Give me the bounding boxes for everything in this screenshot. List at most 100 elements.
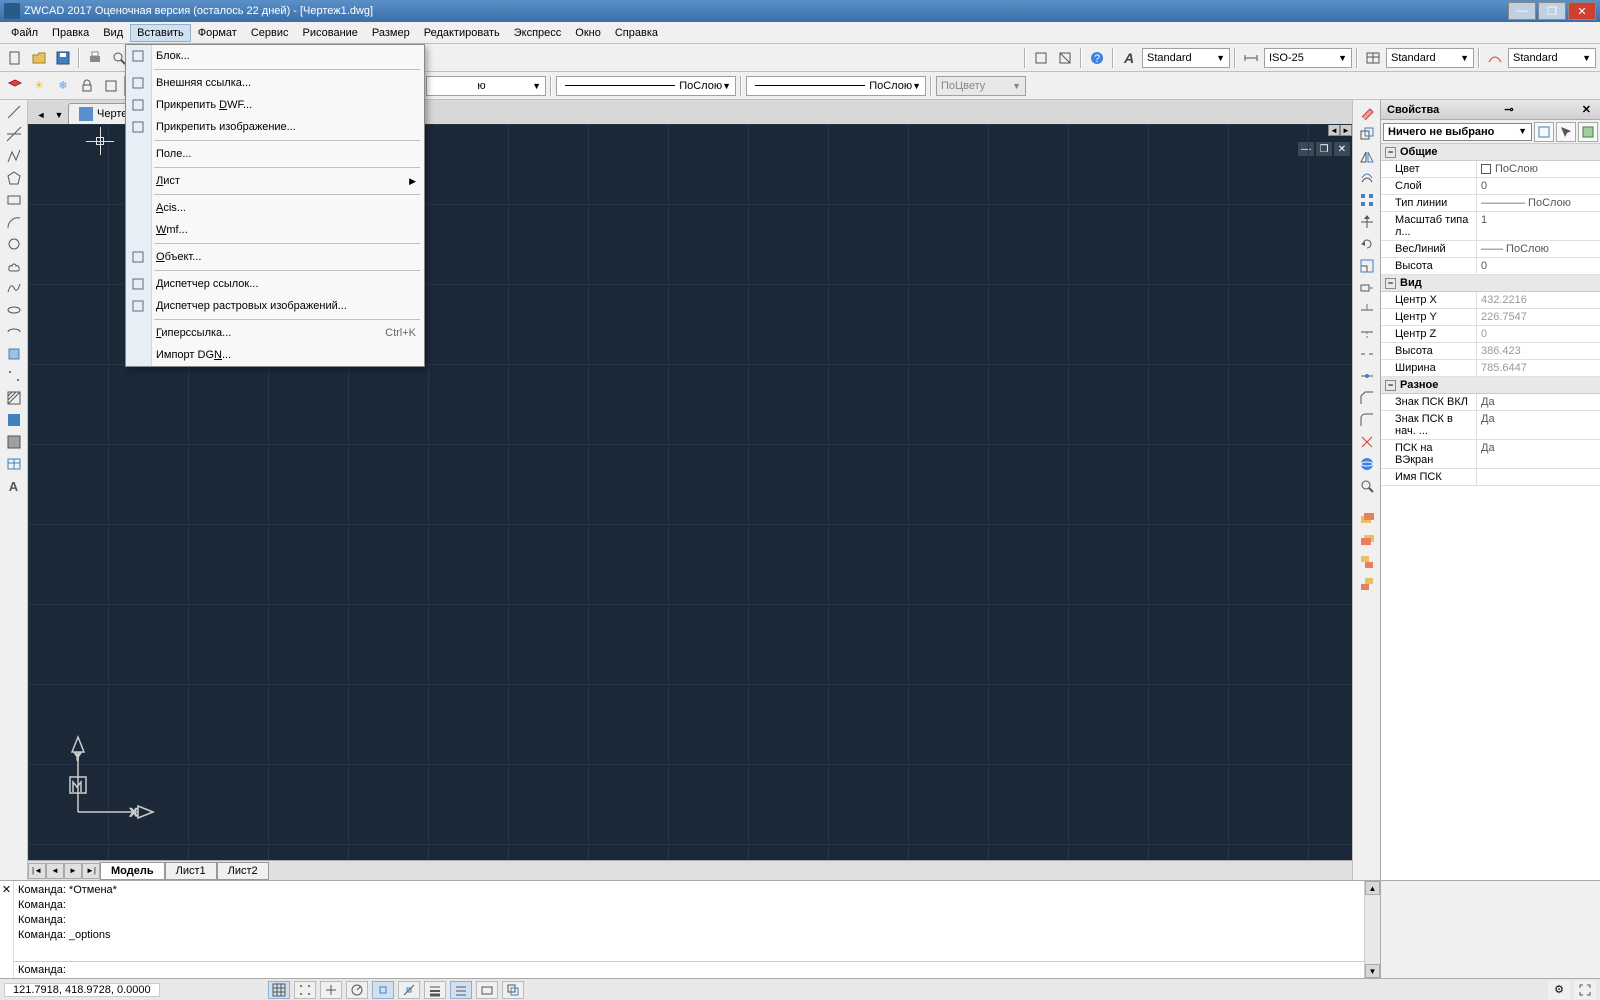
cmd-scroll-up-icon[interactable]: ▲ — [1365, 881, 1380, 895]
otrack-toggle-icon[interactable] — [398, 981, 420, 999]
layer-on-icon[interactable]: ☀ — [28, 75, 50, 97]
prop-row[interactable]: Масштаб типа л...1 — [1381, 212, 1600, 241]
line-icon[interactable] — [3, 102, 25, 122]
table-style-icon[interactable] — [1362, 47, 1384, 69]
sheet-tab[interactable]: Лист2 — [217, 862, 269, 880]
collapse-icon[interactable]: − — [1385, 147, 1396, 158]
close-button[interactable]: ✕ — [1568, 2, 1596, 20]
model-toggle-icon[interactable] — [476, 981, 498, 999]
open-icon[interactable] — [28, 47, 50, 69]
prop-row[interactable]: Высота0 — [1381, 258, 1600, 275]
save-icon[interactable] — [52, 47, 74, 69]
menu-правка[interactable]: Правка — [45, 24, 96, 42]
print-icon[interactable] — [84, 47, 106, 69]
prop-row[interactable]: Центр X432.2216 — [1381, 292, 1600, 309]
trim-icon[interactable] — [1356, 300, 1378, 320]
copy-icon[interactable] — [1356, 124, 1378, 144]
dim-style-icon[interactable] — [1240, 47, 1262, 69]
point-icon[interactable] — [3, 366, 25, 386]
prop-row[interactable]: ПСК на ВЭкранДа — [1381, 440, 1600, 469]
prop-row[interactable]: Ширина785.6447 — [1381, 360, 1600, 377]
menu-редактировать[interactable]: Редактировать — [417, 24, 507, 42]
props-close-icon[interactable]: ✕ — [1579, 103, 1594, 116]
ml-style-icon[interactable] — [1484, 47, 1506, 69]
ml-style-combo[interactable]: Standard▼ — [1508, 48, 1596, 68]
menu-вид[interactable]: Вид — [96, 24, 130, 42]
lineweight-combo[interactable]: ПоСлою▼ — [746, 76, 926, 96]
sheet-tab[interactable]: Модель — [100, 862, 165, 880]
command-input[interactable] — [66, 964, 1360, 976]
menu-экспресс[interactable]: Экспресс — [507, 24, 569, 42]
doc-tab-menu[interactable]: ▼ — [50, 106, 68, 124]
menu-item[interactable]: Импорт DGN... — [126, 344, 424, 366]
tool-icon[interactable] — [1030, 47, 1052, 69]
menu-item[interactable]: Прикрепить DWF... — [126, 94, 424, 116]
menu-item[interactable]: Блок... — [126, 45, 424, 67]
menu-файл[interactable]: Файл — [4, 24, 45, 42]
table-style-combo[interactable]: Standard▼ — [1386, 48, 1474, 68]
spline-icon[interactable] — [3, 278, 25, 298]
linetype-combo[interactable]: ПоСлою▼ — [556, 76, 736, 96]
layer-lock-icon[interactable] — [76, 75, 98, 97]
layer-color-icon[interactable] — [100, 75, 122, 97]
cycle-toggle-icon[interactable] — [502, 981, 524, 999]
layer-props-icon[interactable] — [4, 75, 26, 97]
sheet-first-icon[interactable]: |◄ — [28, 863, 46, 879]
menu-item[interactable]: Лист▶ — [126, 170, 424, 192]
sheet-tab[interactable]: Лист1 — [165, 862, 217, 880]
layerorder3-icon[interactable] — [1356, 552, 1378, 572]
menu-item[interactable]: Диспетчер ссылок... — [126, 273, 424, 295]
sheet-next-icon[interactable]: ► — [64, 863, 82, 879]
prop-row[interactable]: Центр Z0 — [1381, 326, 1600, 343]
new-icon[interactable] — [4, 47, 26, 69]
osnap-toggle-icon[interactable] — [372, 981, 394, 999]
text-style-icon[interactable]: A — [1118, 47, 1140, 69]
join-icon[interactable] — [1356, 366, 1378, 386]
dyn-toggle-icon[interactable] — [450, 981, 472, 999]
region-icon[interactable] — [3, 432, 25, 452]
layerorder4-icon[interactable] — [1356, 574, 1378, 594]
block-icon[interactable] — [3, 344, 25, 364]
dim-style-combo[interactable]: ISO-25▼ — [1264, 48, 1352, 68]
sheet-last-icon[interactable]: ►| — [82, 863, 100, 879]
extend-icon[interactable] — [1356, 322, 1378, 342]
gear-icon[interactable]: ⚙ — [1548, 981, 1570, 999]
cmd-scroll-down-icon[interactable]: ▼ — [1365, 964, 1380, 978]
prop-row[interactable]: Тип линии———— ПоСлою — [1381, 195, 1600, 212]
globe-icon[interactable] — [1356, 454, 1378, 474]
collapse-icon[interactable]: − — [1385, 278, 1396, 289]
tool2-icon[interactable] — [1054, 47, 1076, 69]
prop-row[interactable]: Высота386.423 — [1381, 343, 1600, 360]
rectangle-icon[interactable] — [3, 190, 25, 210]
prop-group[interactable]: −Общие — [1381, 144, 1600, 161]
lwt-toggle-icon[interactable] — [424, 981, 446, 999]
move-icon[interactable] — [1356, 212, 1378, 232]
table-icon[interactable] — [3, 454, 25, 474]
polyline-icon[interactable] — [3, 146, 25, 166]
fullscreen-icon[interactable] — [1574, 981, 1596, 999]
polar-toggle-icon[interactable] — [346, 981, 368, 999]
stretch-icon[interactable] — [1356, 278, 1378, 298]
erase-icon[interactable] — [1356, 102, 1378, 122]
minimize-button[interactable]: — — [1508, 2, 1536, 20]
ortho-toggle-icon[interactable] — [320, 981, 342, 999]
polygon-icon[interactable] — [3, 168, 25, 188]
text-style-combo[interactable]: Standard▼ — [1142, 48, 1230, 68]
mtext-icon[interactable]: A — [3, 476, 25, 496]
fillet-icon[interactable] — [1356, 410, 1378, 430]
prop-row[interactable]: ВесЛиний—— ПоСлою — [1381, 241, 1600, 258]
layer-byslayer-combo[interactable]: ю▼ — [426, 76, 546, 96]
menu-item[interactable]: Acis... — [126, 197, 424, 219]
ellipse-arc-icon[interactable] — [3, 322, 25, 342]
array-icon[interactable] — [1356, 190, 1378, 210]
menu-item[interactable]: Wmf... — [126, 219, 424, 241]
menu-вставить[interactable]: Вставить — [130, 24, 191, 42]
menu-item[interactable]: Гиперссылка...Ctrl+K — [126, 322, 424, 344]
doc-tab-prev[interactable]: ◄ — [32, 106, 50, 124]
menu-item[interactable]: Прикрепить изображение... — [126, 116, 424, 138]
search-icon[interactable] — [1356, 476, 1378, 496]
ellipse-icon[interactable] — [3, 300, 25, 320]
offset-icon[interactable] — [1356, 168, 1378, 188]
selectobjects-icon[interactable] — [1556, 122, 1576, 142]
snap-toggle-icon[interactable] — [294, 981, 316, 999]
